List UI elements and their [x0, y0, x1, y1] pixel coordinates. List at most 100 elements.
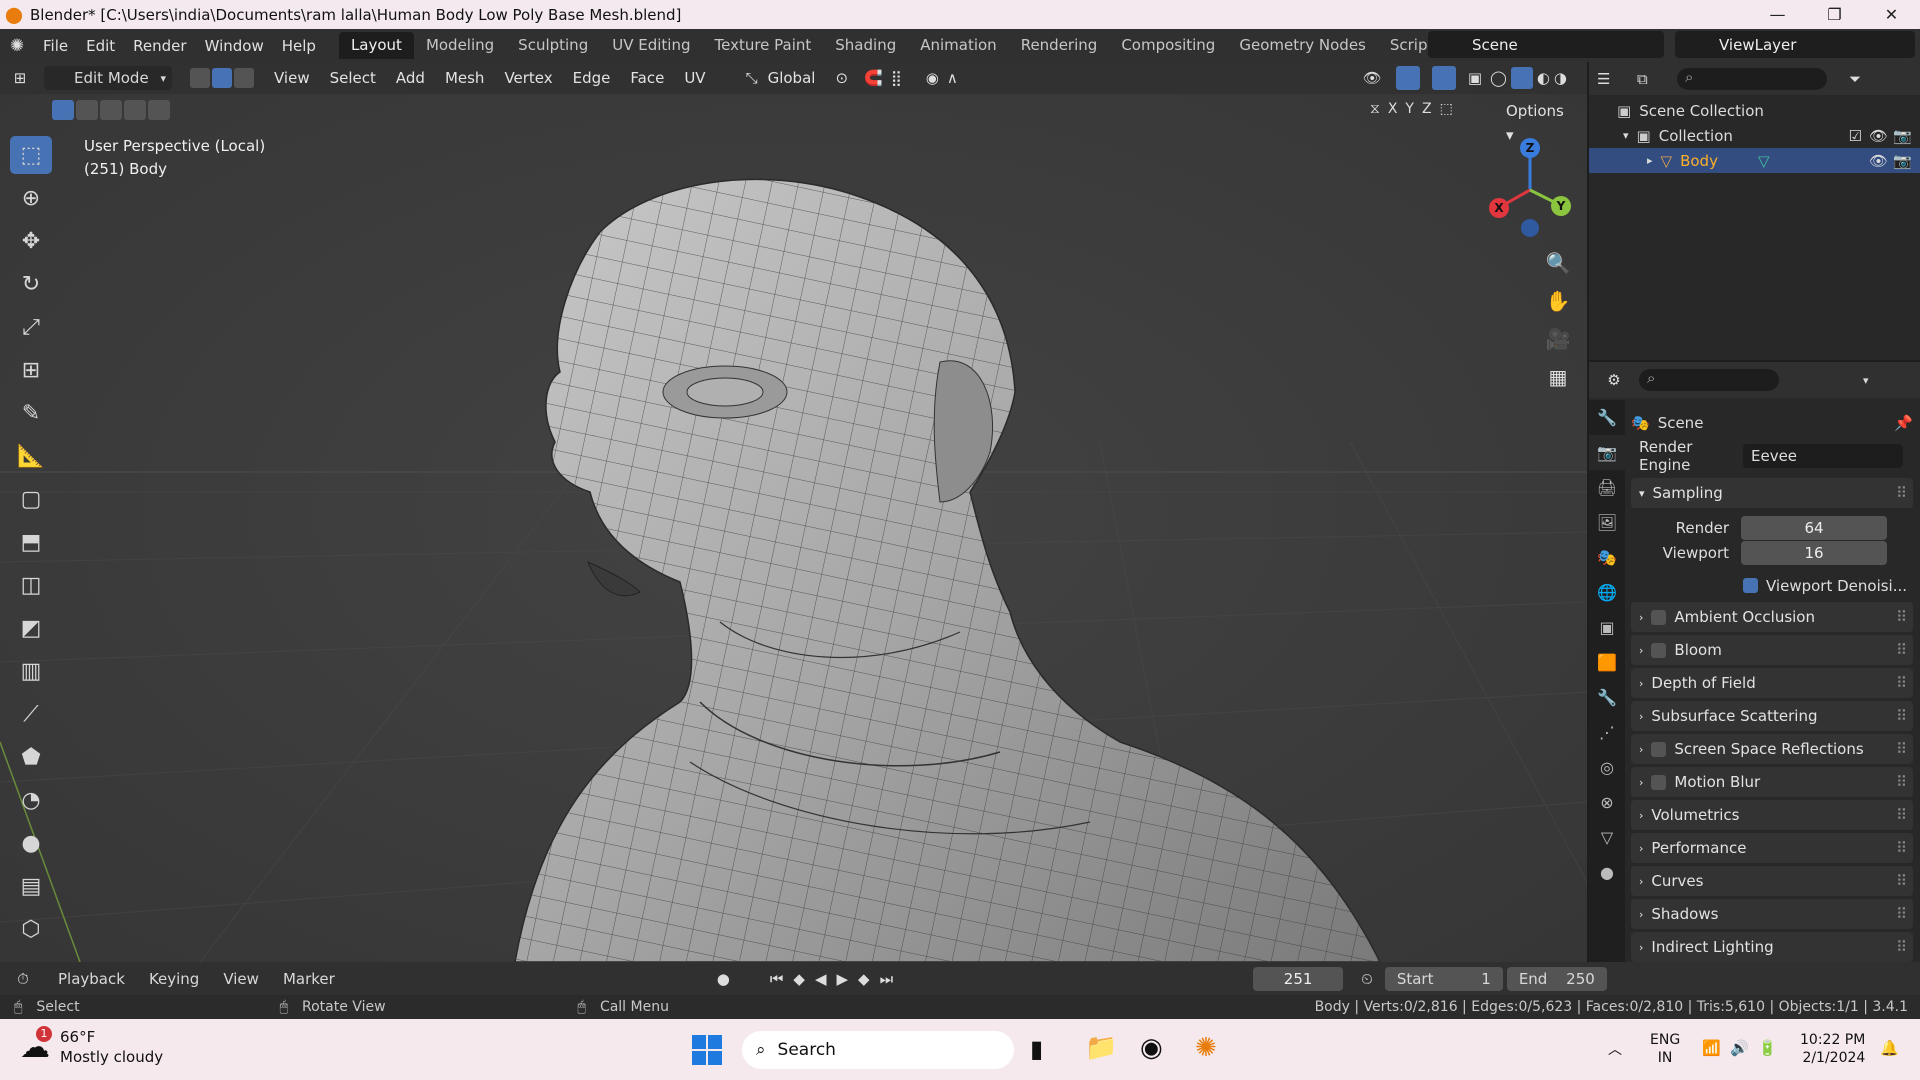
close-button[interactable]: ✕ [1863, 0, 1920, 29]
eye-icon[interactable]: 👁 [1869, 152, 1888, 170]
properties-editor-icon[interactable]: ⚙ [1589, 371, 1639, 389]
timeline-menu-playback[interactable]: Playback [46, 970, 137, 988]
notification-bell-icon[interactable]: 🔔 [1880, 1039, 1899, 1057]
section-enable-checkbox[interactable] [1651, 609, 1667, 625]
jump-end-icon[interactable]: ⏭ [880, 970, 894, 988]
select-new-icon[interactable] [52, 100, 74, 120]
render-shading-icon[interactable]: ◑ [1554, 69, 1567, 87]
axis-z-toggle[interactable]: Z [1422, 101, 1432, 117]
view-layer-tab-icon[interactable]: 🖼 [1589, 505, 1625, 540]
indirect-lighting-section[interactable]: › Indirect Lighting ⠿ [1631, 932, 1913, 962]
timeline-menu-keying[interactable]: Keying [137, 970, 211, 988]
move-tool-icon[interactable]: ✥ [10, 222, 52, 260]
loop-cut-tool-icon[interactable]: ▥ [10, 652, 52, 690]
camera-icon[interactable]: 🎥 [1539, 320, 1577, 358]
visibility-icon[interactable]: 👁 [1363, 69, 1382, 87]
chevron-down-icon[interactable]: ▾ [1863, 374, 1869, 387]
pan-hand-icon[interactable]: ✋ [1539, 282, 1577, 320]
volumetrics-section[interactable]: › Volumetrics ⠿ [1631, 800, 1913, 830]
sampling-section[interactable]: ▾ Sampling ⠿ [1631, 478, 1913, 508]
menu-render[interactable]: Render [124, 37, 195, 55]
options-dropdown[interactable]: Options ▾ [1498, 99, 1576, 144]
denoise-checkbox[interactable] [1743, 578, 1758, 593]
inset-tool-icon[interactable]: ◫ [10, 566, 52, 604]
tab-compositing[interactable]: Compositing [1109, 32, 1227, 59]
performance-section[interactable]: › Performance ⠿ [1631, 833, 1913, 863]
measure-tool-icon[interactable]: 📐 [10, 437, 52, 475]
current-frame-field[interactable]: 251 [1253, 966, 1344, 991]
drag-handle-icon[interactable]: ⠿ [1896, 938, 1907, 956]
tray-chevron-icon[interactable]: ︿ [1608, 1039, 1622, 1059]
eye-icon[interactable]: 👁 [1869, 127, 1888, 145]
windows-start-icon[interactable] [692, 1035, 722, 1065]
timeline-menu-view[interactable]: View [211, 970, 271, 988]
expand-arrow-icon[interactable]: ▸ [1647, 154, 1653, 167]
material-shading-icon[interactable]: ◐ [1537, 69, 1550, 87]
material-tab-icon[interactable]: ● [1589, 855, 1625, 890]
end-frame-field[interactable]: End 250 [1506, 966, 1607, 991]
record-icon[interactable]: ● [717, 970, 730, 988]
display-mode-icon[interactable]: ⧉ [1637, 70, 1677, 88]
scale-tool-icon[interactable]: ⤢ [10, 308, 52, 346]
viewport-menu-select[interactable]: Select [320, 69, 386, 87]
tab-rendering[interactable]: Rendering [1009, 32, 1110, 59]
output-tab-icon[interactable]: 🖨 [1589, 470, 1625, 505]
tab-shading[interactable]: Shading [823, 32, 908, 59]
jump-start-icon[interactable]: ⏮ [770, 970, 784, 988]
snap-target-icon[interactable]: ⣿ [891, 69, 902, 87]
task-view-icon[interactable]: ▮ [1030, 1035, 1043, 1063]
shadows-section[interactable]: › Shadows ⠿ [1631, 899, 1913, 929]
ambient-occlusion-section[interactable]: › Ambient Occlusion ⠿ [1631, 602, 1913, 632]
drag-handle-icon[interactable]: ⠿ [1896, 608, 1907, 626]
wifi-icon[interactable]: 📶 [1702, 1039, 1721, 1057]
menu-window[interactable]: Window [196, 37, 273, 55]
cursor-tool-icon[interactable]: ⊕ [10, 179, 52, 217]
modifier-tab-icon[interactable]: 🔧 [1589, 680, 1625, 715]
drag-handle-icon[interactable]: ⠿ [1896, 484, 1907, 502]
viewport-menu-mesh[interactable]: Mesh [435, 69, 495, 87]
xray-icon[interactable]: ▣ [1468, 69, 1482, 87]
pin-icon[interactable]: 📌 [1894, 414, 1913, 432]
edge-select-icon[interactable] [212, 68, 232, 88]
prev-keyframe-icon[interactable]: ◆ [793, 970, 805, 988]
select-intersect-icon[interactable] [148, 100, 170, 120]
bloom-section[interactable]: › Bloom ⠿ [1631, 635, 1913, 665]
vertex-select-icon[interactable] [190, 68, 210, 88]
editor-type-icon[interactable]: ⊞ [0, 69, 40, 87]
volume-icon[interactable]: 🔊 [1730, 1039, 1749, 1057]
mode-selector[interactable]: Edit Mode ▾ [44, 66, 172, 90]
subsurface-scattering-section[interactable]: › Subsurface Scattering ⠿ [1631, 701, 1913, 731]
screen-space-reflections-section[interactable]: › Screen Space Reflections ⠿ [1631, 734, 1913, 764]
drag-handle-icon[interactable]: ⠿ [1896, 905, 1907, 923]
next-keyframe-icon[interactable]: ◆ [858, 970, 870, 988]
timeline-editor-icon[interactable]: ⏱ [0, 970, 46, 988]
timeline-menu-marker[interactable]: Marker [271, 970, 347, 988]
snap-icon[interactable]: 🧲 [864, 69, 883, 87]
battery-icon[interactable]: 🔋 [1758, 1039, 1777, 1057]
language-indicator[interactable]: ENG IN [1650, 1031, 1680, 1067]
auto-merge-icon[interactable]: ⬚ [1440, 101, 1453, 117]
filter-icon[interactable]: ⏷ [1849, 70, 1861, 88]
falloff-icon[interactable]: ∧ [947, 69, 958, 87]
blender-taskbar-icon[interactable]: ✺ [1195, 1033, 1217, 1063]
scene-tab-icon[interactable]: 🎭 [1589, 540, 1625, 575]
viewport-menu-edge[interactable]: Edge [563, 69, 621, 87]
face-select-icon[interactable] [234, 68, 254, 88]
file-explorer-icon[interactable]: 📁 [1085, 1033, 1117, 1063]
drag-handle-icon[interactable]: ⠿ [1896, 641, 1907, 659]
viewport-menu-add[interactable]: Add [386, 69, 435, 87]
minimize-button[interactable]: — [1749, 0, 1806, 29]
menu-file[interactable]: File [34, 37, 77, 55]
scene-selector[interactable]: Scene [1428, 31, 1664, 58]
section-enable-checkbox[interactable] [1651, 741, 1667, 757]
render-camera-icon[interactable]: 📷 [1893, 152, 1912, 170]
tab-animation[interactable]: Animation [908, 32, 1008, 59]
spin-tool-icon[interactable]: ◔ [10, 781, 52, 819]
menu-edit[interactable]: Edit [77, 37, 124, 55]
object-tab-icon[interactable]: 🟧 [1589, 645, 1625, 680]
select-subtract-icon[interactable] [100, 100, 122, 120]
smooth-tool-icon[interactable]: ● [10, 824, 52, 862]
outliner-collection[interactable]: ▾ ▣ Collection ☑ 👁 📷 [1589, 123, 1920, 148]
constraints-tab-icon[interactable]: ⊗ [1589, 785, 1625, 820]
select-extend-icon[interactable] [76, 100, 98, 120]
